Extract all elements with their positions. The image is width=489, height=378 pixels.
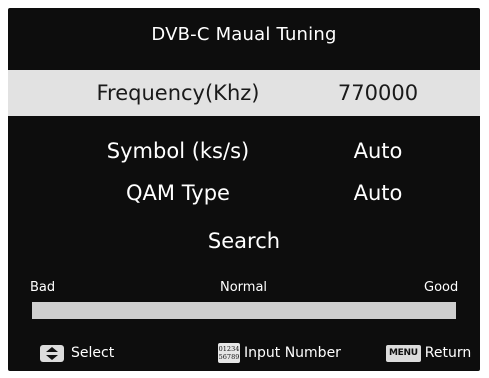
- symbol-value[interactable]: Auto: [308, 128, 448, 174]
- hint-select: Select: [40, 341, 114, 365]
- signal-bad-label: Bad: [30, 280, 56, 295]
- frequency-label: Frequency(Khz): [96, 81, 260, 105]
- setting-row-qam[interactable]: QAM Type Auto: [8, 170, 480, 216]
- manual-tuning-panel: DVB-C Maual Tuning Frequency(Khz) 770000…: [8, 8, 480, 371]
- setting-row-symbol[interactable]: Symbol (ks/s) Auto: [8, 128, 480, 174]
- qam-value[interactable]: Auto: [308, 170, 448, 216]
- footer-hints: Select 01234 56789 Input Number MENU Ret…: [8, 341, 480, 365]
- hint-input-number: 01234 56789 Input Number: [218, 341, 341, 365]
- symbol-label: Symbol (ks/s): [106, 139, 250, 163]
- return-label: Return: [424, 345, 472, 361]
- search-button[interactable]: Search: [8, 229, 480, 253]
- menu-key-icon: MENU: [386, 344, 421, 362]
- qam-label: QAM Type: [126, 181, 230, 205]
- input-number-label: Input Number: [244, 345, 341, 361]
- number-keys-icon: 01234 56789: [218, 343, 240, 363]
- select-label: Select: [71, 345, 115, 361]
- signal-normal-label: Normal: [220, 280, 268, 295]
- frequency-value[interactable]: 770000: [308, 70, 448, 116]
- hint-return: MENU Return: [386, 341, 471, 365]
- updown-arrows-icon: [40, 344, 64, 362]
- page-title: DVB-C Maual Tuning: [151, 24, 337, 45]
- signal-good-label: Good: [424, 280, 459, 295]
- signal-quality-bar: [32, 302, 456, 319]
- setting-row-frequency[interactable]: Frequency(Khz) 770000: [8, 70, 480, 116]
